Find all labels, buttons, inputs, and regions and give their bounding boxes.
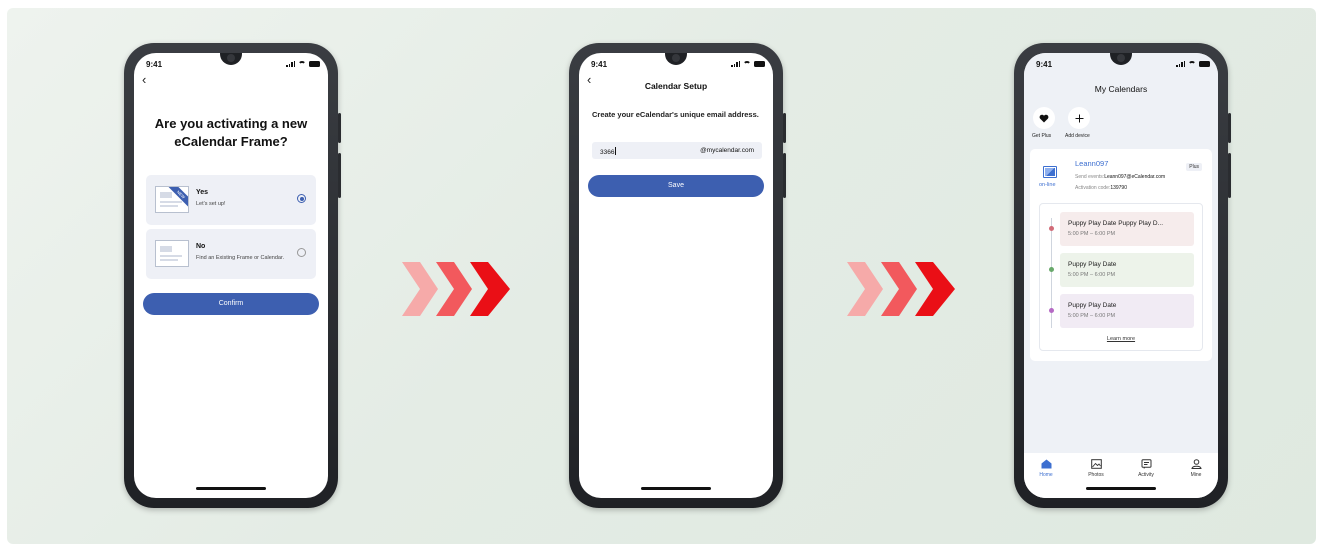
home-indicator <box>196 487 266 490</box>
activation-line: Activation code:139790 <box>1075 185 1127 191</box>
learn-more-link[interactable]: Learn more <box>1040 336 1202 342</box>
tab-mine-label: Mine <box>1190 472 1202 478</box>
event-name: Puppy Play Date Puppy Play D... <box>1068 220 1164 227</box>
step-arrows-2 <box>847 262 955 316</box>
add-device-button[interactable] <box>1068 107 1090 129</box>
option-no-title: No <box>196 243 206 250</box>
status-time: 9:41 <box>591 60 608 69</box>
phone-calendar-setup: 9:41 ‹ Calendar Setup Create your eCalen… <box>569 43 786 508</box>
activation-label: Activation code: <box>1075 185 1111 191</box>
confirm-button[interactable]: Confirm <box>143 293 319 315</box>
status-bar: 9:41 <box>579 59 773 73</box>
back-chevron-icon[interactable]: ‹ <box>142 73 146 87</box>
events-list: Puppy Play Date Puppy Play D... 5:00 PM … <box>1039 203 1203 351</box>
photos-icon <box>1090 459 1102 469</box>
chevron-arrow-dark <box>470 262 510 316</box>
send-events-label: Send events: <box>1075 174 1105 180</box>
screen-activation: 9:41 ‹ Are you activating a new eCalenda… <box>134 53 328 498</box>
existing-frame-thumbnail <box>155 240 189 267</box>
chevron-arrow-mid <box>881 262 917 316</box>
battery-icon <box>754 60 765 67</box>
chevron-arrow-mid <box>436 262 472 316</box>
setup-description: Create your eCalendar's unique email add… <box>592 110 759 119</box>
tab-photos-label: Photos <box>1088 472 1104 478</box>
calendar-name[interactable]: Leann097 <box>1075 159 1108 168</box>
tab-home-label: Home <box>1039 472 1053 478</box>
email-input[interactable]: 3366 @mycalendar.com <box>592 142 762 159</box>
page-title: Are you activating a new eCalendar Frame… <box>154 116 308 149</box>
tab-activity-label: Activity <box>1138 472 1154 478</box>
event-name: Puppy Play Date <box>1068 261 1117 268</box>
status-bar: 9:41 <box>1024 59 1218 73</box>
page-title: My Calendars <box>1094 84 1148 94</box>
event-item[interactable]: Puppy Play Date 5:00 PM – 6:00 PM <box>1060 253 1194 287</box>
phone-activation: 9:41 ‹ Are you activating a new eCalenda… <box>124 43 341 508</box>
text-cursor <box>615 147 617 155</box>
event-time: 5:00 PM – 6:00 PM <box>1068 313 1116 319</box>
radio-yes[interactable] <box>297 194 306 203</box>
option-yes[interactable]: NEW Yes Let's set up! <box>146 175 316 225</box>
online-status: on-line <box>1039 182 1056 188</box>
event-dot <box>1049 226 1054 231</box>
wifi-icon <box>743 60 751 67</box>
event-dot <box>1049 308 1054 313</box>
plus-badge: Plus <box>1186 163 1202 171</box>
home-indicator <box>641 487 711 490</box>
status-time: 9:41 <box>146 60 163 69</box>
send-events-value: Leann097@eCalendar.com <box>1104 174 1166 180</box>
calendar-frame-icon <box>1043 166 1057 178</box>
event-item[interactable]: Puppy Play Date 5:00 PM – 6:00 PM <box>1060 294 1194 328</box>
battery-icon <box>1199 60 1210 67</box>
signal-icon <box>731 60 740 67</box>
phone-my-calendars: 9:41 My Calendars Get Plus Add device on… <box>1014 43 1231 508</box>
option-yes-subtitle: Let's set up! <box>196 201 226 207</box>
activity-icon <box>1141 459 1151 469</box>
tab-photos[interactable]: Photos <box>1076 459 1116 478</box>
screen-my-calendars: 9:41 My Calendars Get Plus Add device on… <box>1024 53 1218 498</box>
status-bar: 9:41 <box>134 59 328 73</box>
option-no-subtitle: Find an Existing Frame or Calendar. <box>196 255 285 261</box>
radio-no[interactable] <box>297 248 306 257</box>
option-yes-title: Yes <box>196 189 209 196</box>
plus-icon <box>1075 114 1083 122</box>
activation-value: 139790 <box>1110 185 1127 191</box>
event-dot <box>1049 267 1054 272</box>
event-item[interactable]: Puppy Play Date Puppy Play D... 5:00 PM … <box>1060 212 1194 246</box>
battery-icon <box>309 60 320 67</box>
calendar-card[interactable]: on-line Leann097 Plus Send events:Leann0… <box>1030 149 1212 361</box>
signal-icon <box>1176 60 1185 67</box>
email-domain: @mycalendar.com <box>700 147 754 154</box>
send-events-line: Send events:Leann097@eCalendar.com <box>1075 174 1165 180</box>
save-button[interactable]: Save <box>588 175 764 197</box>
wifi-icon <box>298 60 306 67</box>
bottom-tab-bar: Home Photos Activity Mine <box>1024 453 1218 498</box>
signal-icon <box>286 60 295 67</box>
screen-calendar-setup: 9:41 ‹ Calendar Setup Create your eCalen… <box>579 53 773 498</box>
tab-mine[interactable]: Mine <box>1176 459 1216 478</box>
tab-home[interactable]: Home <box>1026 459 1066 478</box>
mine-icon <box>1190 459 1202 469</box>
email-value: 3366 <box>600 149 615 156</box>
home-icon <box>1041 459 1051 469</box>
chevron-arrow-light <box>402 262 438 316</box>
step-arrows-1 <box>402 262 510 316</box>
add-device-label: Add device <box>1065 133 1090 139</box>
wifi-icon <box>1188 60 1196 67</box>
event-time: 5:00 PM – 6:00 PM <box>1068 231 1116 237</box>
option-no[interactable]: No Find an Existing Frame or Calendar. <box>146 229 316 279</box>
new-frame-thumbnail: NEW <box>155 186 189 213</box>
home-indicator <box>1086 487 1156 490</box>
page-title: Calendar Setup <box>644 81 708 91</box>
event-name: Puppy Play Date <box>1068 302 1117 309</box>
get-plus-button[interactable] <box>1033 107 1055 129</box>
chevron-arrow-dark <box>915 262 955 316</box>
tab-activity[interactable]: Activity <box>1126 459 1166 478</box>
status-time: 9:41 <box>1036 60 1053 69</box>
heart-icon <box>1039 114 1049 122</box>
get-plus-label: Get Plus <box>1032 133 1052 139</box>
chevron-arrow-light <box>847 262 883 316</box>
event-time: 5:00 PM – 6:00 PM <box>1068 272 1116 278</box>
